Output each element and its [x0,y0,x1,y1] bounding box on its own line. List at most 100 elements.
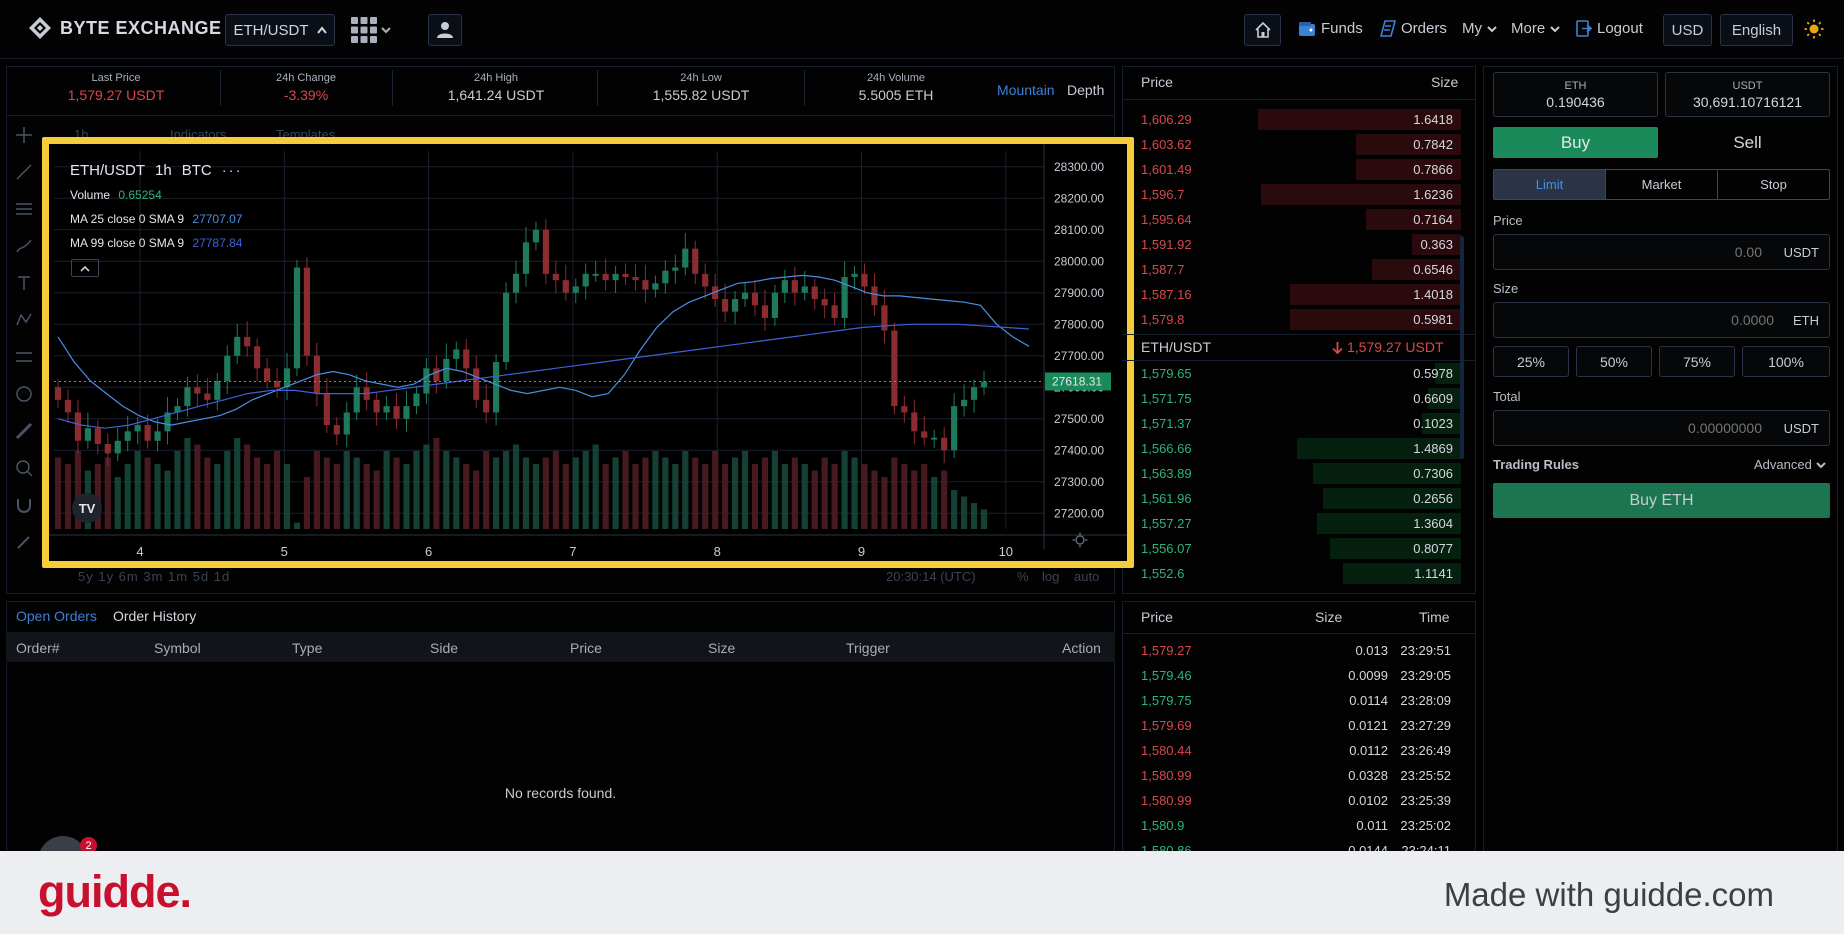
magnet-icon[interactable] [14,495,34,515]
percent-75-button[interactable]: 75% [1659,346,1735,377]
guidde-logo[interactable]: guidde. [38,866,192,918]
volume-bar [483,451,490,529]
ghost-indicators[interactable]: Indicators [170,127,226,142]
nav-logout[interactable]: Logout [1576,20,1643,37]
col-trigger: Trigger [846,640,890,656]
more-options-icon[interactable]: ··· [222,162,243,179]
divider [392,70,393,106]
bid-row[interactable]: 1,557.27 1.3604 [1133,511,1461,536]
ask-row[interactable]: 1,587.7 0.6546 [1133,257,1461,282]
price-unit: USDT [1783,245,1819,260]
pencil-icon[interactable] [14,532,34,552]
ask-row[interactable]: 1,595.64 0.7164 [1133,207,1461,232]
size-input[interactable] [1502,309,1774,331]
projection-icon[interactable] [14,347,34,367]
bid-row[interactable]: 1,552.6 1.1141 [1133,561,1461,586]
order-type-limit[interactable]: Limit [1494,170,1606,199]
apps-menu[interactable] [351,14,401,46]
emoji-icon[interactable] [14,384,34,404]
advanced-toggle[interactable]: Advanced [1754,457,1826,472]
nav-my[interactable]: My [1462,20,1497,37]
tab-order-history[interactable]: Order History [113,608,196,624]
price-chart[interactable]: 28300.00 28200.00 28100.00 28000.00 27900.00… [46,141,1130,564]
nav-funds[interactable]: Funds [1298,20,1363,37]
candle-body [592,273,599,276]
bid-row[interactable]: 1,579.65 0.5978 [1133,361,1461,386]
percent-50-button[interactable]: 50% [1576,346,1652,377]
candle-body [960,399,968,407]
divider [1122,99,1476,100]
ruler-icon[interactable] [14,421,34,441]
candle-body [931,437,938,440]
size-cell: 1.6236 [1413,187,1453,202]
ghost-templates[interactable]: Templates [276,127,335,142]
volume-bar [353,457,360,529]
ask-row[interactable]: 1,606.29 1.6418 [1133,107,1461,132]
tab-mountain[interactable]: Mountain [997,82,1055,98]
currency-selector[interactable]: USD [1663,14,1712,46]
bid-row[interactable]: 1,571.37 0.1023 [1133,411,1461,436]
user-button[interactable] [428,14,462,46]
nav-orders[interactable]: Orders [1380,20,1447,37]
ask-row[interactable]: 1,579.8 0.5981 [1133,307,1461,332]
text-icon[interactable] [14,273,34,293]
balance-eth-label: ETH [1564,80,1587,92]
ghost-percent[interactable]: % [1017,569,1029,584]
total-input[interactable] [1502,417,1762,439]
ask-row[interactable]: 1,603.62 0.7842 [1133,132,1461,157]
ghost-log[interactable]: log [1042,569,1059,584]
trade-price: 1,580.99 [1141,768,1192,783]
volume-bar [313,451,320,529]
bid-row[interactable]: 1,556.07 0.8077 [1133,536,1461,561]
trade-time: 23:25:52 [1400,768,1451,783]
candle-body [463,349,470,369]
bid-row[interactable]: 1,563.89 0.7306 [1133,461,1461,486]
tradingview-logo-icon[interactable]: TV [72,493,102,523]
pair-selector[interactable]: ETH/USDT [225,14,335,46]
ghost-ranges[interactable]: 5y 1y 6m 3m 1m 5d 1d [78,569,230,584]
bid-row[interactable]: 1,566.66 1.4869 [1133,436,1461,461]
ghost-interval[interactable]: 1h [74,127,88,142]
chart-settings[interactable] [1072,532,1088,551]
buy-eth-button[interactable]: Buy ETH [1493,483,1830,518]
ask-row[interactable]: 1,596.7 1.6236 [1133,182,1461,207]
home-button[interactable] [1244,14,1281,46]
brush-icon[interactable] [14,236,34,256]
language-selector[interactable]: English [1720,14,1793,46]
order-type-stop[interactable]: Stop [1718,170,1829,199]
stat-24h-low: 24h Low 1,555.82 USDT [641,72,761,103]
ghost-auto[interactable]: auto [1074,569,1099,584]
bid-row[interactable]: 1,571.75 0.6609 [1133,386,1461,411]
horizontal-lines-icon[interactable] [14,199,34,219]
ask-row[interactable]: 1,591.92 0.363 [1133,232,1461,257]
buy-tab[interactable]: Buy [1493,127,1658,158]
trend-line-icon[interactable] [14,162,34,182]
tab-open-orders[interactable]: Open Orders [16,608,97,624]
candle-body [333,425,340,435]
percent-25-button[interactable]: 25% [1493,346,1569,377]
crosshair-icon[interactable] [14,125,34,145]
ob-scrollbar[interactable] [1460,236,1464,459]
trade-size: 0.0328 [1348,768,1388,783]
percent-100-button[interactable]: 100% [1742,346,1830,377]
ask-row[interactable]: 1,587.16 1.4018 [1133,282,1461,307]
volume-bars [54,438,988,529]
guidde-tagline[interactable]: Made with guidde.com [1444,876,1774,914]
bid-row[interactable]: 1,561.96 0.2656 [1133,486,1461,511]
order-type-market[interactable]: Market [1606,170,1718,199]
brand-logo[interactable]: BYTE EXCHANGE [28,16,222,40]
volume-bar [134,451,141,529]
trade-row: 1,580.44 0.0112 23:26:49 [1133,738,1461,763]
candle-body [572,286,579,293]
trading-rules-label: Trading Rules [1493,457,1579,472]
zoom-icon[interactable] [14,458,34,478]
tab-depth[interactable]: Depth [1067,82,1104,98]
sell-tab[interactable]: Sell [1665,127,1830,158]
pattern-icon[interactable] [14,310,34,330]
price-input[interactable] [1502,241,1762,263]
candlestick-chart[interactable]: 28300.00 28200.00 28100.00 28000.00 27900.00… [46,141,1130,564]
theme-toggle[interactable] [1804,19,1824,42]
ask-row[interactable]: 1,601.49 0.7866 [1133,157,1461,182]
collapse-legend-button[interactable] [71,259,99,277]
nav-more[interactable]: More [1511,20,1560,37]
